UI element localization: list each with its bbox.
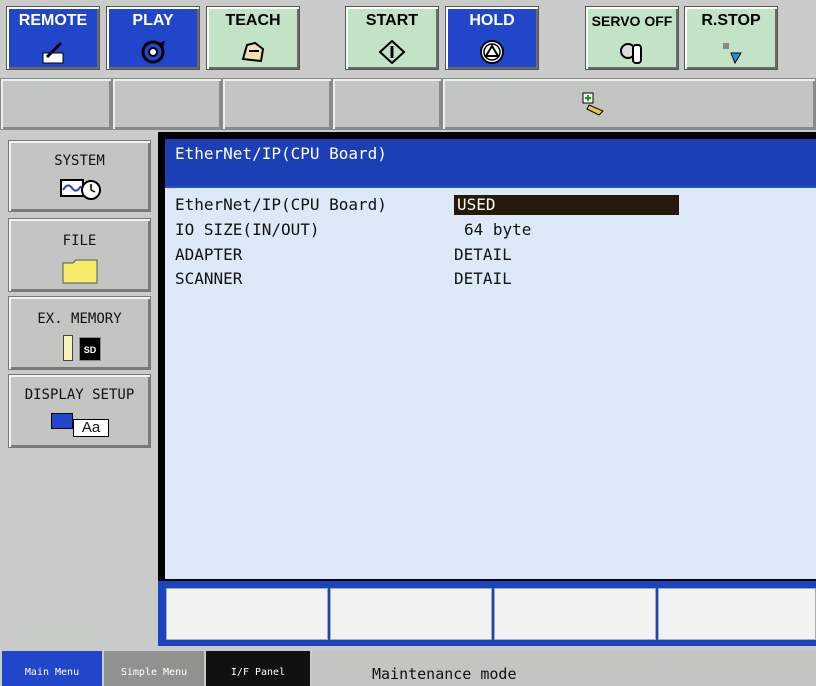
r-stop-button[interactable]: R.STOP — [684, 6, 778, 70]
content-area: EtherNet/IP(CPU Board) USED IO SIZE(IN/O… — [165, 186, 816, 579]
bottom-slot-4[interactable] — [658, 588, 816, 640]
menu-display-setup[interactable]: DISPLAY SETUP Aa — [8, 374, 151, 448]
adapter-detail-link[interactable]: DETAIL — [454, 245, 512, 265]
servo-off-icon — [620, 43, 642, 64]
if-panel-label: I/F Panel — [230, 667, 286, 678]
io-size-value[interactable]: 64 byte — [464, 220, 531, 240]
status-message: Maintenance mode — [372, 665, 517, 683]
ethernet-status-value[interactable]: USED — [454, 195, 679, 215]
screen-title: EtherNet/IP(CPU Board) — [175, 144, 387, 163]
function-slot-1[interactable] — [0, 78, 112, 130]
teach-pendant-icon — [241, 41, 265, 63]
start-label: START — [365, 12, 419, 29]
start-button[interactable]: START — [345, 6, 439, 70]
start-icon — [378, 39, 406, 65]
remote-button[interactable]: REMOTE — [6, 6, 100, 70]
menu-system-label: SYSTEM — [54, 153, 105, 169]
message-area: Maintenance mode — [312, 651, 816, 686]
servo-off-label: SERVO OFF — [591, 13, 673, 29]
folder-icon — [62, 259, 98, 284]
window-icon — [51, 413, 73, 429]
menu-ex-memory-label: EX. MEMORY — [37, 311, 122, 327]
usb-memory-icon — [63, 335, 73, 361]
servo-off-button[interactable]: SERVO OFF — [585, 6, 679, 70]
bottom-slot-3[interactable] — [494, 588, 656, 640]
font-aa-icon: Aa — [73, 419, 109, 437]
hold-icon — [480, 40, 504, 64]
menu-system[interactable]: SYSTEM — [8, 140, 151, 212]
screen-title-bar: EtherNet/IP(CPU Board) — [165, 139, 816, 186]
row-scanner-label: SCANNER — [175, 269, 243, 288]
remote-label: REMOTE — [18, 12, 88, 29]
menu-file[interactable]: FILE — [8, 218, 151, 292]
hold-button[interactable]: HOLD — [445, 6, 539, 70]
row-ethernet-label: EtherNet/IP(CPU Board) — [175, 195, 387, 214]
sd-card-icon: SD — [79, 337, 101, 361]
if-panel-tab[interactable]: I/F Panel — [206, 651, 310, 686]
bottom-slot-2[interactable] — [330, 588, 492, 640]
r-stop-icon — [723, 43, 742, 65]
teach-label: TEACH — [225, 12, 281, 29]
play-icon — [141, 40, 165, 64]
menu-display-setup-label: DISPLAY SETUP — [24, 387, 135, 403]
simple-menu-tab[interactable]: Simple Menu — [104, 651, 204, 686]
teach-button[interactable]: TEACH — [206, 6, 300, 70]
menu-file-label: FILE — [62, 233, 97, 249]
scanner-detail-link[interactable]: DETAIL — [454, 269, 512, 289]
function-slot-3[interactable] — [222, 78, 332, 130]
status-icon-area — [442, 78, 816, 130]
row-io-size-label: IO SIZE(IN/OUT) — [175, 220, 320, 239]
main-menu-label: Main Menu — [24, 667, 80, 678]
remote-icon — [42, 41, 64, 64]
play-label: PLAY — [132, 12, 174, 29]
system-icon — [60, 179, 101, 200]
play-button[interactable]: PLAY — [106, 6, 200, 70]
r-stop-label: R.STOP — [701, 12, 761, 29]
simple-menu-label: Simple Menu — [120, 667, 188, 678]
bottom-slot-1[interactable] — [166, 588, 328, 640]
main-menu-tab[interactable]: Main Menu — [2, 651, 102, 686]
function-slot-2[interactable] — [112, 78, 222, 130]
function-slot-4[interactable] — [332, 78, 442, 130]
hold-label: HOLD — [469, 12, 515, 29]
row-adapter-label: ADAPTER — [175, 245, 243, 264]
tool-status-icon — [582, 92, 604, 116]
menu-ex-memory[interactable]: EX. MEMORY SD — [8, 296, 151, 370]
